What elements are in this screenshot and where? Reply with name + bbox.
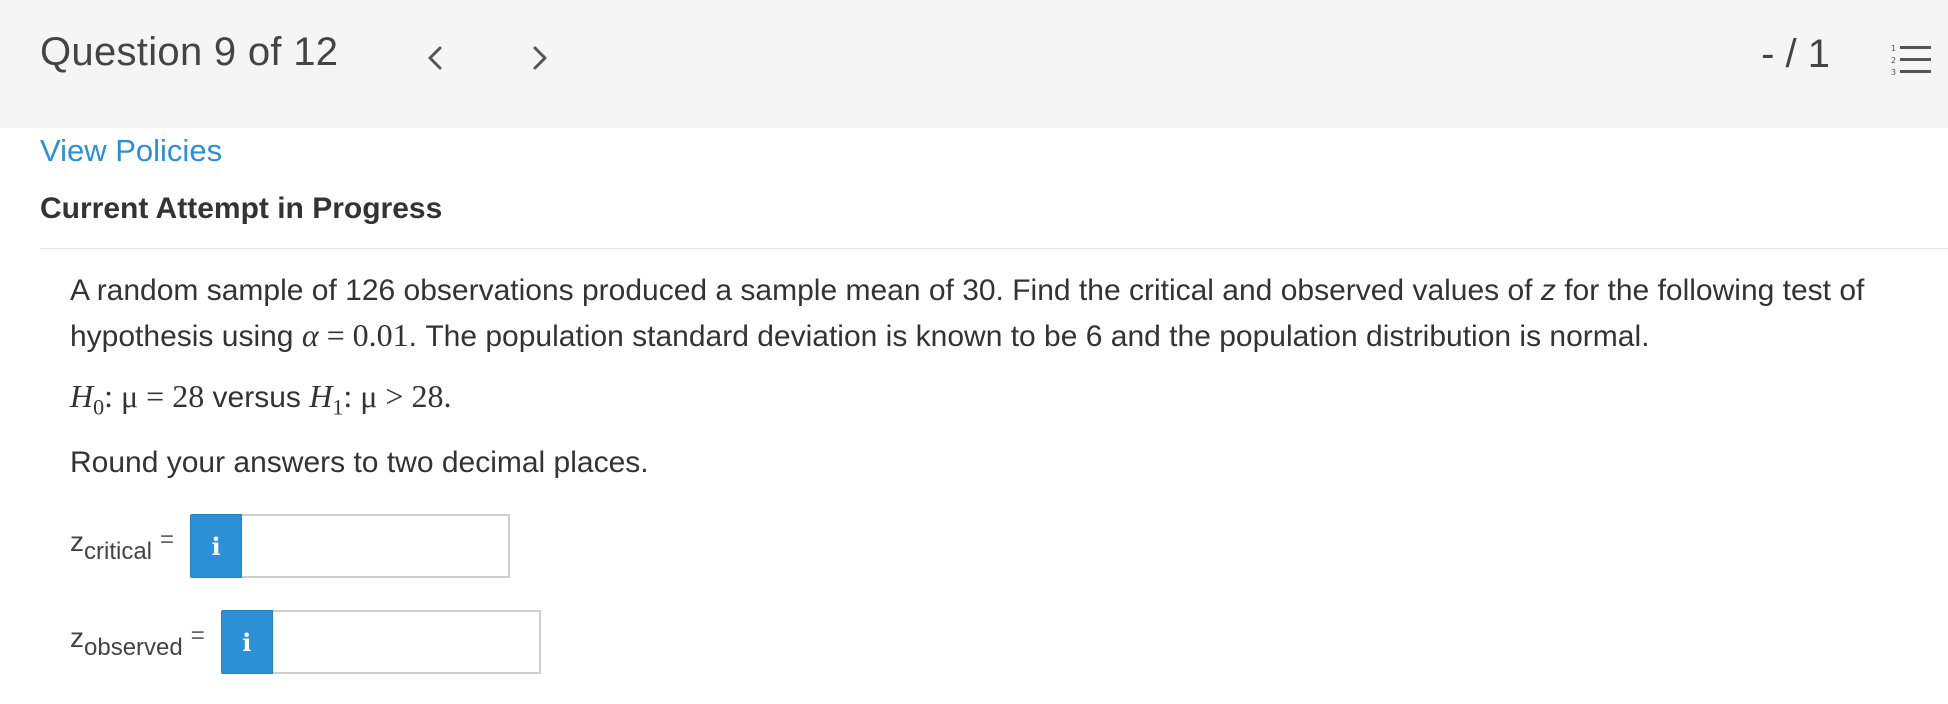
svg-text:1: 1 [1891,44,1896,53]
question-text-part1: A random sample of 126 observations prod… [70,274,1541,307]
hypothesis-statement: H0: μ = 28 versus H1: μ > 28. [70,378,451,420]
z-observed-label: zobserved [70,622,183,661]
chevron-right-icon [533,46,547,70]
z-critical-row: zcritical = i [70,514,511,578]
z-observed-row: zobserved = i [70,610,541,674]
question-text: A random sample of 126 observations prod… [70,268,1940,359]
next-question-button[interactable] [525,38,555,78]
equals-sign: = [160,526,175,553]
score-display: - / 1 [1761,32,1830,76]
info-icon[interactable]: i [220,610,273,674]
z-observed-input[interactable] [272,610,541,674]
question-list-button[interactable]: 1 2 3 [1890,42,1932,78]
previous-question-button[interactable] [420,38,450,78]
attempt-status-heading: Current Attempt in Progress [40,192,443,225]
svg-text:3: 3 [1891,68,1896,77]
null-hypothesis: H0: μ = 28 [70,378,205,420]
versus-text: versus [204,381,310,414]
question-counter: Question 9 of 12 [40,30,339,74]
z-critical-input[interactable] [242,514,511,578]
question-text-part3: . The population standard deviation is k… [408,320,1650,353]
question-header: Question 9 of 12 - / 1 1 2 3 [0,0,1948,128]
chevron-left-icon [428,46,442,70]
alpha-expression: α = 0.01 [301,317,409,353]
alternative-hypothesis: H1: μ > 28. [309,378,452,420]
equals-sign: = [190,622,205,649]
numbered-list-icon: 1 2 3 [1891,44,1931,77]
z-critical-label: zcritical [70,526,153,565]
info-icon[interactable]: i [190,514,243,578]
z-variable: z [1540,274,1556,307]
rounding-instruction: Round your answers to two decimal places… [70,446,649,479]
view-policies-link[interactable]: View Policies [40,133,222,169]
svg-text:2: 2 [1891,56,1896,65]
